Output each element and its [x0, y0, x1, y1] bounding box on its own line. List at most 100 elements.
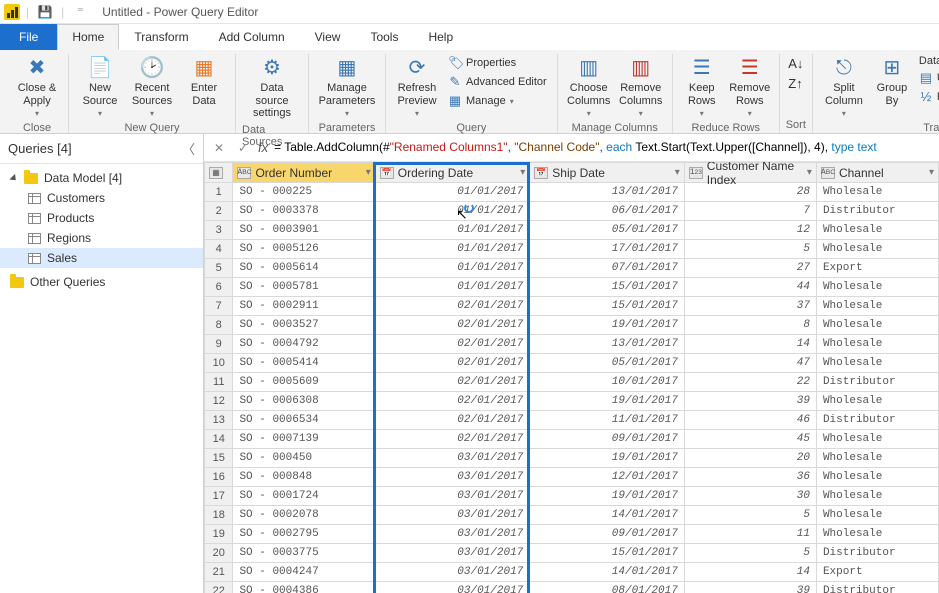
- cell-order[interactable]: SO - 0006308: [233, 392, 375, 411]
- tab-home[interactable]: Home: [57, 24, 119, 50]
- cell-sdate[interactable]: 19/01/2017: [530, 449, 685, 468]
- cell-cidx[interactable]: 22: [684, 373, 816, 392]
- cell-chan[interactable]: Wholesale: [816, 354, 938, 373]
- cell-sdate[interactable]: 06/01/2017: [530, 202, 685, 221]
- cell-cidx[interactable]: 44: [684, 278, 816, 297]
- row-number[interactable]: 22: [205, 582, 233, 593]
- row-number[interactable]: 7: [205, 297, 233, 316]
- cell-order[interactable]: SO - 0005614: [233, 259, 375, 278]
- tab-add-column[interactable]: Add Column: [204, 24, 300, 50]
- table-row[interactable]: 1SO - 00022501/01/201713/01/201728Wholes…: [205, 183, 939, 202]
- row-number[interactable]: 5: [205, 259, 233, 278]
- cell-chan[interactable]: Wholesale: [816, 240, 938, 259]
- cell-sdate[interactable]: 19/01/2017: [530, 316, 685, 335]
- cell-order[interactable]: SO - 0003775: [233, 544, 375, 563]
- cell-odate[interactable]: 02/01/2017: [375, 354, 530, 373]
- cell-cidx[interactable]: 20: [684, 449, 816, 468]
- cell-order[interactable]: SO - 000848: [233, 468, 375, 487]
- cell-order[interactable]: SO - 0005126: [233, 240, 375, 259]
- row-number[interactable]: 17: [205, 487, 233, 506]
- formula-commit-icon[interactable]: ✓: [234, 141, 252, 155]
- cell-odate[interactable]: 03/01/2017: [375, 525, 530, 544]
- row-number[interactable]: 15: [205, 449, 233, 468]
- cell-cidx[interactable]: 30: [684, 487, 816, 506]
- cell-cidx[interactable]: 46: [684, 411, 816, 430]
- cell-order[interactable]: SO - 0002795: [233, 525, 375, 544]
- advanced-editor-button[interactable]: ✎Advanced Editor: [444, 73, 551, 91]
- cell-order[interactable]: SO - 0003378: [233, 202, 375, 221]
- row-number[interactable]: 13: [205, 411, 233, 430]
- cell-chan[interactable]: Distributor: [816, 582, 938, 593]
- cell-odate[interactable]: 01/01/2017: [375, 202, 530, 221]
- table-row[interactable]: 13SO - 000653402/01/201711/01/201746Dist…: [205, 411, 939, 430]
- data-type-button[interactable]: Data Type: Text ▾: [915, 54, 939, 68]
- cell-cidx[interactable]: 36: [684, 468, 816, 487]
- row-number[interactable]: 19: [205, 525, 233, 544]
- cell-sdate[interactable]: 15/01/2017: [530, 297, 685, 316]
- save-icon[interactable]: 💾: [35, 2, 55, 22]
- row-number[interactable]: 20: [205, 544, 233, 563]
- table-row[interactable]: 5SO - 000561401/01/201707/01/201727Expor…: [205, 259, 939, 278]
- cell-order[interactable]: SO - 0001724: [233, 487, 375, 506]
- row-number[interactable]: 14: [205, 430, 233, 449]
- row-number[interactable]: 16: [205, 468, 233, 487]
- cell-odate[interactable]: 03/01/2017: [375, 506, 530, 525]
- cell-order[interactable]: SO - 0005609: [233, 373, 375, 392]
- cell-sdate[interactable]: 10/01/2017: [530, 373, 685, 392]
- cell-cidx[interactable]: 14: [684, 335, 816, 354]
- cell-chan[interactable]: Wholesale: [816, 297, 938, 316]
- queries-header[interactable]: Queries [4] 〈: [0, 134, 203, 164]
- cell-order[interactable]: SO - 0004792: [233, 335, 375, 354]
- cell-order[interactable]: SO - 0002078: [233, 506, 375, 525]
- column-header-sdate[interactable]: 📅Ship Date▾: [530, 163, 685, 183]
- cell-chan[interactable]: Distributor: [816, 202, 938, 221]
- manage-button[interactable]: ▦Manage ▾: [444, 92, 551, 110]
- cell-cidx[interactable]: 5: [684, 506, 816, 525]
- filter-dropdown-icon[interactable]: ▾: [929, 167, 934, 178]
- manage-parameters-button[interactable]: ▦Manage Parameters▾: [315, 54, 379, 120]
- keep-rows-button[interactable]: ☰Keep Rows▾: [679, 54, 725, 120]
- cell-sdate[interactable]: 14/01/2017: [530, 506, 685, 525]
- cell-odate[interactable]: 01/01/2017: [375, 259, 530, 278]
- cell-cidx[interactable]: 27: [684, 259, 816, 278]
- cell-odate[interactable]: 01/01/2017: [375, 183, 530, 202]
- cell-cidx[interactable]: 7: [684, 202, 816, 221]
- table-row[interactable]: 21SO - 000424703/01/201714/01/201714Expo…: [205, 563, 939, 582]
- cell-order[interactable]: SO - 000450: [233, 449, 375, 468]
- first-row-headers-button[interactable]: ▤Use First Row as Headers ▾: [915, 69, 939, 87]
- qat-customize-icon[interactable]: ⁼: [70, 2, 90, 22]
- cell-sdate[interactable]: 15/01/2017: [530, 278, 685, 297]
- table-row[interactable]: 14SO - 000713902/01/201709/01/201745Whol…: [205, 430, 939, 449]
- row-number[interactable]: 9: [205, 335, 233, 354]
- cell-chan[interactable]: Wholesale: [816, 487, 938, 506]
- cell-order[interactable]: SO - 0005414: [233, 354, 375, 373]
- sort-desc-button[interactable]: Z↑: [786, 74, 805, 93]
- cell-odate[interactable]: 02/01/2017: [375, 411, 530, 430]
- data-grid[interactable]: ▦ABCOrder Number▾📅Ordering Date▾📅Ship Da…: [204, 162, 939, 593]
- tab-tools[interactable]: Tools: [355, 24, 413, 50]
- cell-odate[interactable]: 02/01/2017: [375, 392, 530, 411]
- cell-chan[interactable]: Wholesale: [816, 449, 938, 468]
- query-item-customers[interactable]: Customers: [0, 188, 203, 208]
- cell-chan[interactable]: Wholesale: [816, 183, 938, 202]
- close-apply-button[interactable]: ✖Close & Apply▾: [12, 54, 62, 120]
- column-header-chan[interactable]: ABCChannel▾: [816, 163, 938, 183]
- row-number[interactable]: 8: [205, 316, 233, 335]
- cell-chan[interactable]: Wholesale: [816, 316, 938, 335]
- filter-dropdown-icon[interactable]: ▾: [807, 167, 812, 178]
- cell-odate[interactable]: 02/01/2017: [375, 373, 530, 392]
- row-number[interactable]: 6: [205, 278, 233, 297]
- table-row[interactable]: 15SO - 00045003/01/201719/01/201720Whole…: [205, 449, 939, 468]
- cell-odate[interactable]: 01/01/2017: [375, 221, 530, 240]
- column-header-order[interactable]: ABCOrder Number▾: [233, 163, 375, 183]
- tab-view[interactable]: View: [300, 24, 356, 50]
- formula-cancel-icon[interactable]: ✕: [210, 141, 228, 155]
- split-column-button[interactable]: ⎋Split Column▾: [819, 54, 869, 120]
- cell-sdate[interactable]: 19/01/2017: [530, 392, 685, 411]
- cell-sdate[interactable]: 13/01/2017: [530, 335, 685, 354]
- cell-odate[interactable]: 03/01/2017: [375, 449, 530, 468]
- cell-chan[interactable]: Wholesale: [816, 392, 938, 411]
- table-row[interactable]: 16SO - 00084803/01/201712/01/201736Whole…: [205, 468, 939, 487]
- cell-odate[interactable]: 03/01/2017: [375, 582, 530, 593]
- cell-sdate[interactable]: 08/01/2017: [530, 582, 685, 593]
